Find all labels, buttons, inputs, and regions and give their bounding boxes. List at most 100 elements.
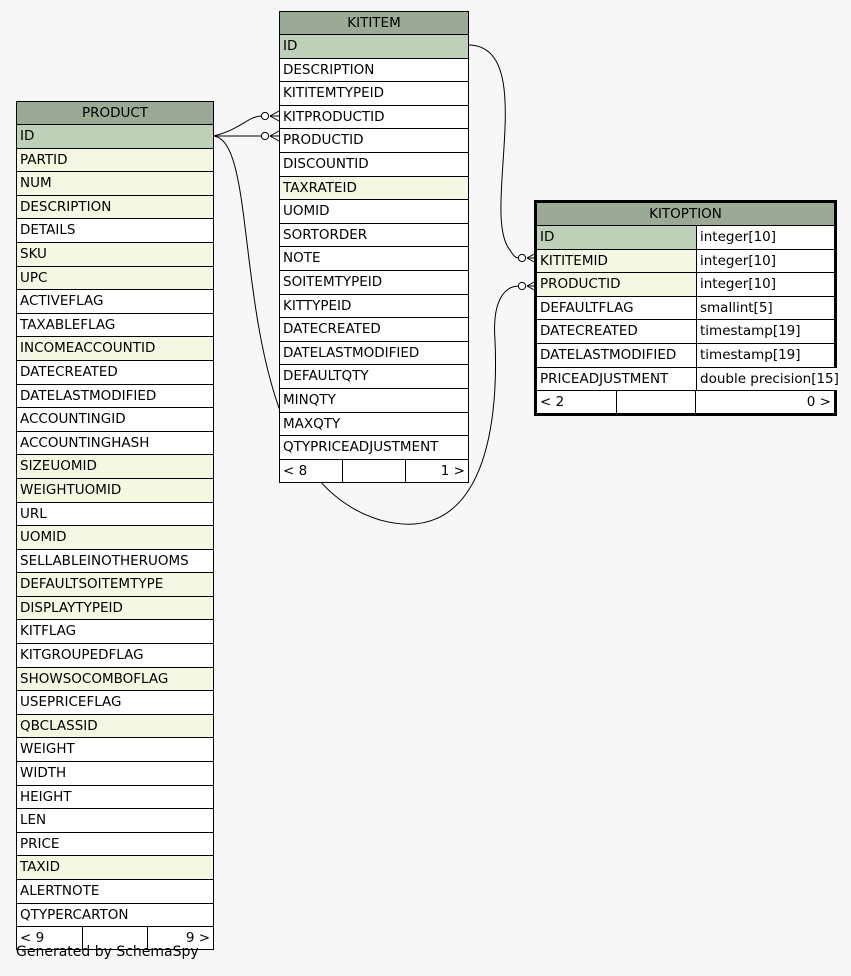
column-type: double precision[15] (697, 367, 839, 391)
column-name: QTYPRICEADJUSTMENT (283, 439, 439, 456)
table-product[interactable]: PRODUCT ID PARTID NUM DESCRIPTION DETAILS SKU… (16, 101, 214, 951)
footer-middle (343, 459, 406, 482)
column-name: MAXQTY (283, 415, 341, 432)
column-name: KITTYPEID (283, 297, 352, 314)
column-row[interactable]: DISPLAYTYPEID (17, 596, 213, 621)
footer-parents[interactable]: < 8 (280, 459, 343, 482)
column-row[interactable]: DATELASTMODIFIED (17, 384, 213, 409)
column-row[interactable]: MAXQTY (280, 412, 468, 437)
column-row[interactable]: KITITEMTYPEID (280, 82, 468, 106)
column-name: DEFAULTQTY (283, 368, 369, 385)
column-row[interactable]: SKU (17, 242, 213, 267)
column-row[interactable]: DESCRIPTION (17, 195, 213, 220)
table-kitoption[interactable]: KITOPTION ID integer[10] KITITEMID integer[… (534, 200, 839, 417)
column-row[interactable]: KITPRODUCTID (280, 105, 468, 130)
column-row[interactable]: KITFLAG (17, 620, 213, 645)
column-name: WEIGHT (20, 741, 75, 758)
column-name: DESCRIPTION (283, 61, 375, 78)
column-name: DATECREATED (20, 363, 118, 380)
column-row[interactable]: UOMID (280, 200, 468, 224)
footer-parents[interactable]: < 2 (537, 391, 617, 414)
column-name: ID (537, 226, 697, 249)
column-name: TAXABLEFLAG (20, 316, 116, 333)
column-row[interactable]: WIDTH (17, 762, 213, 786)
column-name: PRICEADJUSTMENT (537, 367, 697, 391)
column-row[interactable]: UPC (17, 266, 213, 291)
column-row[interactable]: SIZEUOMID (17, 455, 213, 479)
column-row[interactable]: PRICE (17, 832, 213, 857)
column-row[interactable]: DEFAULTFLAG smallint[5] (537, 296, 834, 321)
generated-by-note: Generated by SchemaSpy (16, 944, 199, 960)
footer-children[interactable]: 0 > (696, 391, 834, 413)
column-row[interactable]: NUM (17, 172, 213, 196)
column-row[interactable]: PRODUCTID integer[10] (537, 273, 834, 297)
column-row[interactable]: ACTIVEFLAG (17, 290, 213, 314)
column-row[interactable]: PRICEADJUSTMENT double precision[15] (537, 367, 839, 392)
column-name: DATECREATED (283, 321, 381, 338)
table-kititem[interactable]: KITITEM ID DESCRIPTION KITITEMTYPEID KITPRO… (279, 11, 469, 483)
column-row[interactable]: INCOMEACCOUNTID (17, 337, 213, 361)
crowsfoot-many-marker (269, 110, 280, 122)
column-row[interactable]: ID (17, 125, 213, 149)
column-name: KITGROUPEDFLAG (20, 647, 144, 664)
column-row[interactable]: ID (280, 35, 468, 59)
column-row[interactable]: DISCOUNTID (280, 152, 468, 177)
column-name: DATELASTMODIFIED (20, 387, 157, 404)
column-row[interactable]: PARTID (17, 148, 213, 173)
column-row[interactable]: ID integer[10] (537, 226, 834, 250)
column-row[interactable]: QTYPRICEADJUSTMENT (280, 436, 468, 460)
column-row[interactable]: KITGROUPEDFLAG (17, 644, 213, 668)
column-row[interactable]: DETAILS (17, 219, 213, 243)
column-row[interactable]: NOTE (280, 247, 468, 271)
column-name: DATELASTMODIFIED (537, 343, 697, 367)
footer-children[interactable]: 1 > (406, 460, 468, 482)
column-row[interactable]: SELLABLEINOTHERUOMS (17, 549, 213, 574)
column-name: SKU (20, 245, 47, 262)
column-name: DISCOUNTID (283, 155, 369, 172)
column-row[interactable]: LEN (17, 809, 213, 833)
column-row[interactable]: DATELASTMODIFIED (280, 341, 468, 366)
column-row[interactable]: KITITEMID integer[10] (537, 249, 834, 274)
column-row[interactable]: DATELASTMODIFIED timestamp[19] (537, 343, 834, 368)
column-row[interactable]: SOITEMTYPEID (280, 270, 468, 295)
column-row[interactable]: TAXID (17, 856, 213, 880)
column-name: TAXID (20, 859, 61, 876)
column-name: DEFAULTSOITEMTYPE (20, 576, 164, 593)
column-name: SOITEMTYPEID (283, 273, 383, 290)
column-name: NOTE (283, 250, 321, 267)
column-row[interactable]: DATECREATED (280, 318, 468, 342)
column-name: UPC (20, 269, 48, 286)
column-row[interactable]: MINQTY (280, 388, 468, 413)
column-row[interactable]: DATECREATED (17, 360, 213, 385)
column-row[interactable]: SORTORDER (280, 223, 468, 248)
column-row[interactable]: ACCOUNTINGID (17, 408, 213, 432)
column-row[interactable]: ACCOUNTINGHASH (17, 431, 213, 456)
column-row[interactable]: URL (17, 502, 213, 527)
column-row[interactable]: WEIGHTUOMID (17, 478, 213, 503)
column-row[interactable]: HEIGHT (17, 785, 213, 810)
column-name: WIDTH (20, 765, 67, 782)
crowsfoot-zero-marker (260, 111, 270, 121)
column-row[interactable]: PRODUCTID (280, 129, 468, 153)
column-row[interactable]: ALERTNOTE (17, 880, 213, 904)
column-row[interactable]: TAXRATEID (280, 176, 468, 201)
column-name: DETAILS (20, 222, 76, 239)
relation-product-kitproductid (212, 115, 263, 137)
column-row[interactable]: DEFAULTQTY (280, 365, 468, 389)
column-row[interactable]: SHOWSOCOMBOFLAG (17, 667, 213, 692)
column-row[interactable]: DEFAULTSOITEMTYPE (17, 573, 213, 597)
column-name: KITFLAG (20, 623, 77, 640)
column-name: ACTIVEFLAG (20, 293, 104, 310)
column-row[interactable]: UOMID (17, 526, 213, 550)
column-row[interactable]: USEPRICEFLAG (17, 691, 213, 715)
column-row[interactable]: TAXABLEFLAG (17, 313, 213, 338)
column-row[interactable]: DATECREATED timestamp[19] (537, 320, 834, 344)
column-type: timestamp[19] (697, 320, 834, 343)
column-row[interactable]: QTYPERCARTON (17, 903, 213, 928)
column-row[interactable]: KITTYPEID (280, 294, 468, 319)
column-row[interactable]: WEIGHT (17, 738, 213, 763)
column-name: DISPLAYTYPEID (20, 599, 123, 616)
column-row[interactable]: DESCRIPTION (280, 58, 468, 83)
column-row[interactable]: QBCLASSID (17, 714, 213, 739)
crowsfoot-zero-marker (260, 131, 270, 141)
